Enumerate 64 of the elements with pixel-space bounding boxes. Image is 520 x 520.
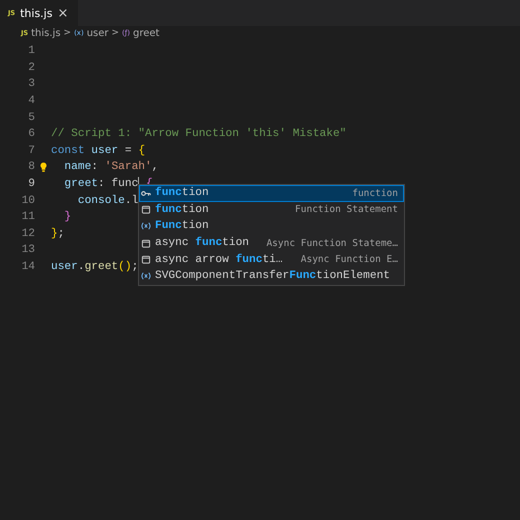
code-token: } bbox=[63, 211, 72, 224]
lightbulb-icon[interactable] bbox=[40, 162, 46, 173]
code-token: . bbox=[78, 261, 85, 274]
code-token: , bbox=[152, 161, 158, 174]
suggestion-item[interactable]: function Function Statement bbox=[139, 202, 404, 218]
breadcrumb-item[interactable]: this.js bbox=[31, 28, 61, 38]
code-token: : func bbox=[98, 178, 138, 190]
line-number: 2 bbox=[27, 62, 35, 74]
code-token: console bbox=[76, 194, 125, 207]
code-token: = bbox=[124, 144, 133, 157]
code-token: const bbox=[51, 144, 85, 157]
code-token: { bbox=[138, 144, 146, 157]
close-icon[interactable]: × bbox=[57, 6, 68, 20]
suggestion-item[interactable]: async function Async Function Stateme… bbox=[139, 234, 404, 252]
suggestion-label: async arrow functi… bbox=[155, 254, 283, 266]
line-number: 5 bbox=[27, 112, 35, 124]
code-token: } bbox=[51, 228, 58, 240]
code-token: // Script 1: "Arrow Function 'this' Mistake" bbox=[51, 128, 346, 140]
line-number: 13 bbox=[20, 244, 35, 256]
suggestion-detail: function bbox=[352, 188, 398, 199]
code-token: .l bbox=[124, 194, 138, 207]
code-token: user bbox=[90, 144, 118, 157]
code-token: 'Sarah' bbox=[104, 161, 152, 174]
suggestion-label: Function bbox=[155, 220, 209, 232]
key-icon bbox=[141, 190, 151, 197]
code-token: () bbox=[118, 261, 132, 274]
line-number: 6 bbox=[27, 128, 35, 140]
line-number: 3 bbox=[27, 78, 35, 90]
suggestion-label: SVGComponentTransferFunctionElement bbox=[155, 270, 390, 282]
suggestion-item[interactable]: Function bbox=[139, 218, 404, 235]
line-number: 1 bbox=[27, 45, 35, 58]
variable-icon bbox=[141, 272, 151, 280]
line-number: 12 bbox=[20, 228, 35, 240]
line-number: 10 bbox=[20, 194, 35, 207]
suggestion-detail: Async Function E… bbox=[300, 254, 398, 266]
snippet-icon bbox=[141, 205, 151, 214]
code-token: ; bbox=[58, 228, 64, 240]
code-token: name bbox=[63, 161, 92, 174]
line-number: 7 bbox=[27, 144, 35, 157]
suggestion-label: function bbox=[155, 187, 209, 200]
suggestion-label: function bbox=[155, 204, 209, 216]
code-token: : bbox=[91, 161, 100, 174]
suggestion-detail: Function Statement bbox=[295, 204, 398, 216]
suggestion-label: async function bbox=[155, 237, 250, 250]
code-token: greet bbox=[63, 178, 98, 190]
line-number: 9 bbox=[27, 178, 35, 190]
code-token: user bbox=[51, 261, 78, 274]
breadcrumb-item[interactable]: greet bbox=[132, 28, 160, 38]
variable-icon bbox=[141, 222, 151, 230]
snippet-icon bbox=[141, 238, 151, 248]
line-number: 14 bbox=[20, 261, 35, 274]
code-token: ; bbox=[132, 261, 138, 274]
suggestion-item[interactable]: SVGComponentTransferFunctionElement bbox=[139, 268, 404, 285]
breadcrumb-item[interactable]: user bbox=[86, 28, 108, 38]
chevron-icon: > bbox=[64, 28, 72, 38]
line-number: 8 bbox=[27, 161, 35, 174]
code-token: greet bbox=[84, 261, 118, 274]
line-number: 4 bbox=[27, 95, 35, 108]
line-number: 11 bbox=[20, 211, 35, 224]
suggestion-item[interactable]: async arrow functi… Async Function E… bbox=[139, 251, 404, 268]
suggestion-item[interactable]: function function bbox=[139, 185, 404, 202]
suggestion-detail: Async Function Stateme… bbox=[266, 238, 398, 249]
chevron-icon: > bbox=[112, 28, 120, 38]
snippet-icon bbox=[141, 255, 151, 264]
